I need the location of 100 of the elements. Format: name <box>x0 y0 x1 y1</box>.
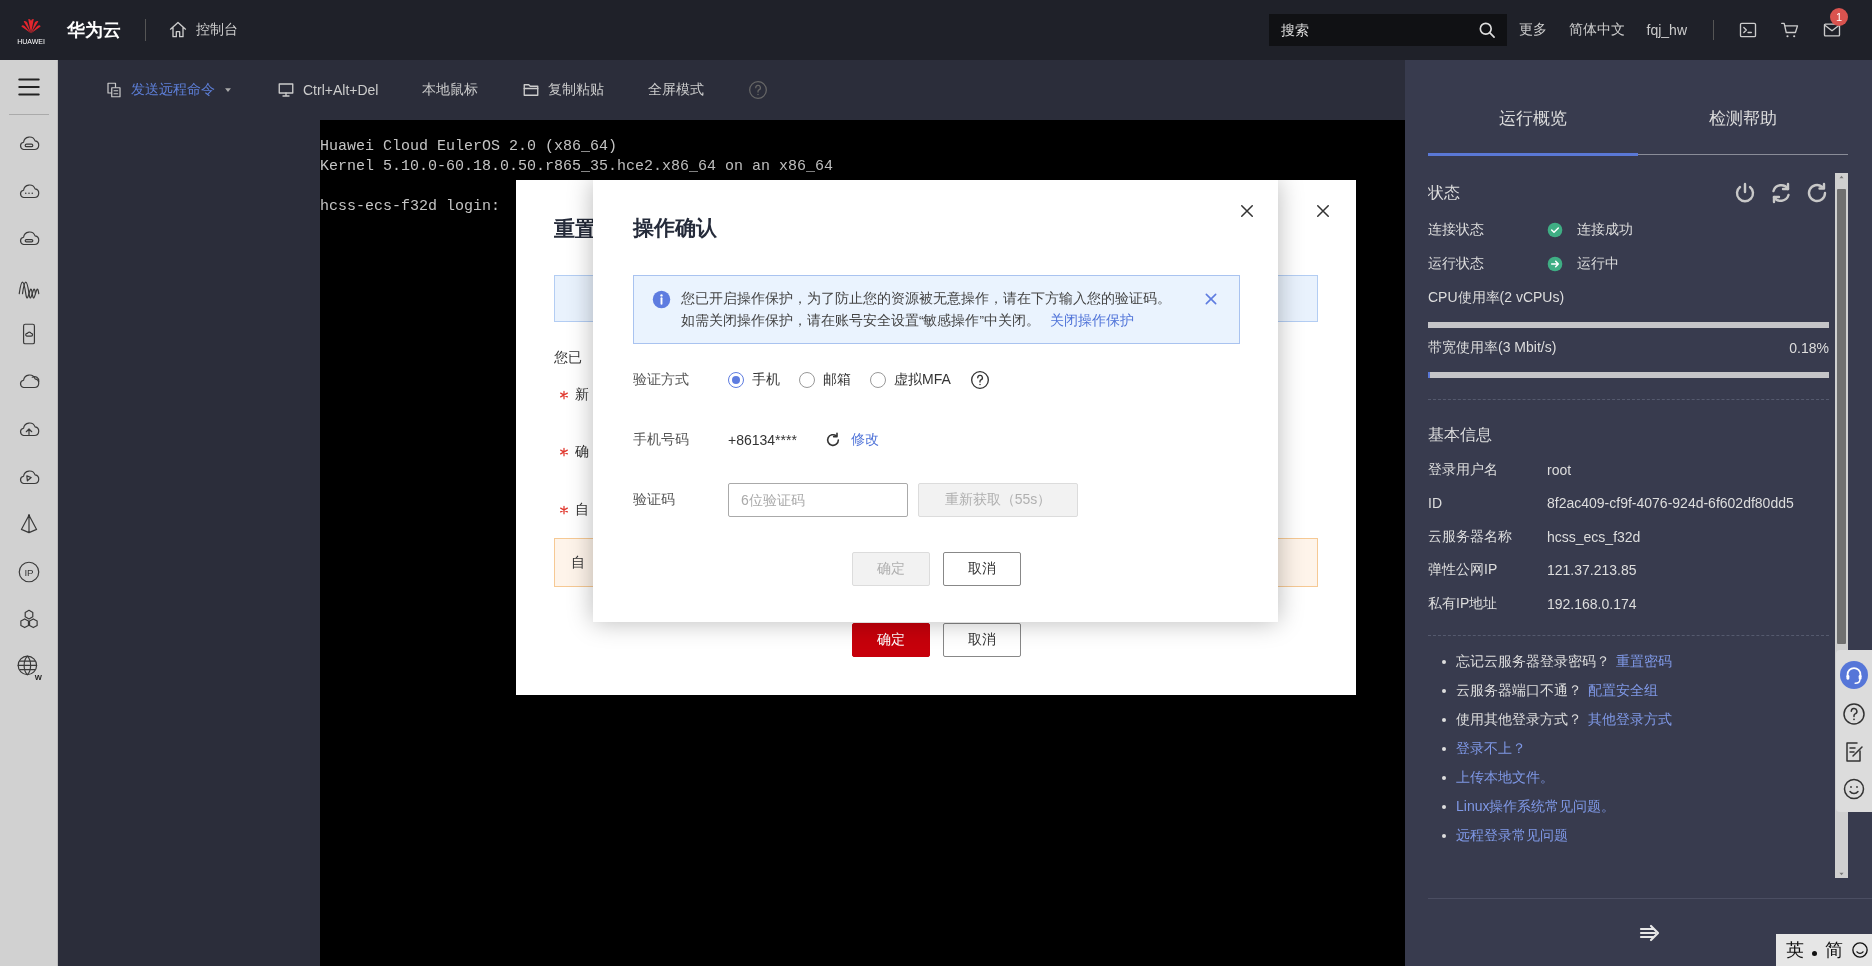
radio-label: 虚拟MFA <box>894 371 951 389</box>
list-bullet <box>1442 834 1446 838</box>
info-value: 8f2ac409-cf9f-4076-924d-6f602df80dd5 <box>1547 495 1794 512</box>
document-icon <box>105 81 123 99</box>
toolbar-button[interactable]: Ctrl+Alt+Del <box>277 81 379 99</box>
help-link[interactable]: 登录不上？ <box>1456 740 1526 758</box>
help-question: 忘记云服务器登录密码？ <box>1456 653 1610 671</box>
help-link[interactable]: 配置安全组 <box>1588 682 1658 700</box>
radio-option[interactable]: 邮箱 <box>799 371 851 389</box>
close-icon[interactable] <box>1238 202 1256 220</box>
smiley-icon[interactable] <box>1842 777 1866 802</box>
section-title: 基本信息 <box>1428 424 1492 445</box>
help-question: 云服务器端口不通？ <box>1456 682 1582 700</box>
info-value: 121.37.213.85 <box>1547 562 1637 579</box>
selection-text: 您已 <box>554 348 583 367</box>
panel-tab[interactable]: 检测帮助 <box>1638 60 1848 154</box>
phone-number: +86134**** <box>728 432 797 448</box>
brand-name: 华为云 <box>67 19 121 42</box>
search-field[interactable]: 搜索 <box>1268 14 1507 46</box>
cancel-button[interactable]: 取消 <box>943 552 1021 586</box>
notice-text: 如需关闭操作保护，请在账号安全设置“敏感操作”中关闭。 关闭操作保护 <box>681 312 1135 330</box>
field-label: 新 <box>575 386 589 404</box>
help-question: 使用其他登录方式？ <box>1456 711 1582 729</box>
info-label: 弹性公网IP <box>1428 561 1499 580</box>
info-label: 云服务器名称 <box>1428 527 1513 546</box>
code-input[interactable]: 6位验证码 <box>728 483 908 517</box>
help-link[interactable]: 重置密码 <box>1616 653 1672 671</box>
dialog-title: 操作确认 <box>633 215 717 241</box>
help-link[interactable]: Linux操作系统常见问题。 <box>1456 798 1616 816</box>
disable-protection-link[interactable]: 关闭操作保护 <box>1050 313 1134 328</box>
status-label: 连接状态 <box>1428 221 1485 239</box>
info-value: root <box>1547 461 1572 478</box>
language-menu[interactable]: 简体中文 <box>1568 21 1625 39</box>
cancel-button[interactable]: 取消 <box>942 623 1021 657</box>
status-label: 运行状态 <box>1428 255 1485 273</box>
radio-label: 邮箱 <box>823 371 851 389</box>
radio-option[interactable]: 手机 <box>728 371 780 389</box>
section-title: 状态 <box>1428 182 1460 203</box>
list-bullet <box>1442 805 1446 809</box>
warning-text: 自 <box>571 553 585 572</box>
refresh-icon[interactable] <box>824 432 841 448</box>
help-link[interactable]: 其他登录方式 <box>1588 711 1672 729</box>
field-label: 验证码 <box>633 491 676 509</box>
close-icon[interactable] <box>1314 202 1332 220</box>
meter-label: 带宽使用率(3 Mbit/s) <box>1428 339 1557 357</box>
list-bullet <box>1442 660 1446 664</box>
meter-reading: 0.18% <box>1789 340 1829 356</box>
more-menu[interactable]: 更多 <box>1518 21 1547 39</box>
console-line: hcss-ecs-f32d login: <box>320 197 501 217</box>
field-label: 验证方式 <box>633 371 690 389</box>
notification-badge: 1 <box>1830 8 1848 26</box>
info-icon <box>652 290 671 309</box>
help-icon[interactable] <box>969 370 990 390</box>
notice-text: 您已开启操作保护，为了防止您的资源被无意操作，请在下方输入您的验证码。 <box>681 290 1172 308</box>
account-menu[interactable]: fqj_hw <box>1646 22 1687 38</box>
console-line: Kernel 5.10.0-60.18.0.50.r865_35.hce2.x86_64 on an x86_64 <box>320 157 834 177</box>
terminal-icon[interactable] <box>1738 20 1758 40</box>
status-value: 运行中 <box>1577 255 1619 273</box>
ime-mode[interactable]: 英 <box>1786 938 1804 962</box>
list-bullet <box>1442 689 1446 693</box>
radio-label: 手机 <box>752 371 780 389</box>
headset-icon[interactable] <box>1840 660 1868 689</box>
cart-icon[interactable] <box>1780 20 1800 40</box>
console-link[interactable]: 控制台 <box>168 20 238 40</box>
monitor-icon <box>277 81 295 99</box>
home-icon <box>168 20 188 40</box>
info-label: 私有IP地址 <box>1428 594 1499 613</box>
field-label: 自 <box>575 501 589 519</box>
dot-icon <box>1812 950 1817 956</box>
list-bullet <box>1442 776 1446 780</box>
command-menu[interactable]: 发送远程命令 <box>105 81 233 99</box>
power-icon[interactable] <box>1733 181 1757 205</box>
toolbar-button[interactable]: 全屏模式 <box>648 81 705 99</box>
sync-icon[interactable] <box>1769 181 1793 205</box>
check-icon <box>1547 222 1563 238</box>
help-link[interactable]: 远程登录常见问题 <box>1456 827 1568 845</box>
toolbar-button[interactable]: 本地鼠标 <box>422 81 479 99</box>
info-value: 192.168.0.174 <box>1547 595 1637 612</box>
smiley-icon[interactable] <box>1851 941 1869 959</box>
ime-mode[interactable]: 简 <box>1825 938 1843 962</box>
field-label: 确 <box>575 443 589 461</box>
list-bullet <box>1442 747 1446 751</box>
list-bullet <box>1442 718 1446 722</box>
console-line: Huawei Cloud EulerOS 2.0 (x86_64) <box>320 137 618 157</box>
help-icon[interactable] <box>1842 702 1866 727</box>
radio-option[interactable]: 虚拟MFA <box>870 371 951 389</box>
info-value: hcss_ecs_f32d <box>1547 528 1641 545</box>
info-label: ID <box>1428 495 1443 512</box>
status-value: 连接成功 <box>1577 221 1633 239</box>
panel-tab[interactable]: 运行概览 <box>1428 60 1638 156</box>
help-link[interactable]: 上传本地文件。 <box>1456 769 1554 787</box>
meter-label: CPU使用率(2 vCPUs) <box>1428 289 1565 307</box>
folder-icon <box>522 81 541 99</box>
field-label: 手机号码 <box>633 431 690 449</box>
edit-link[interactable]: 修改 <box>850 431 879 449</box>
arrow-right-icon <box>1547 256 1563 272</box>
confirm-button[interactable]: 确定 <box>851 623 930 657</box>
refresh-icon[interactable] <box>1805 181 1829 205</box>
toolbar-button[interactable]: 复制粘贴 <box>522 81 605 99</box>
info-label: 登录用户名 <box>1428 460 1499 479</box>
